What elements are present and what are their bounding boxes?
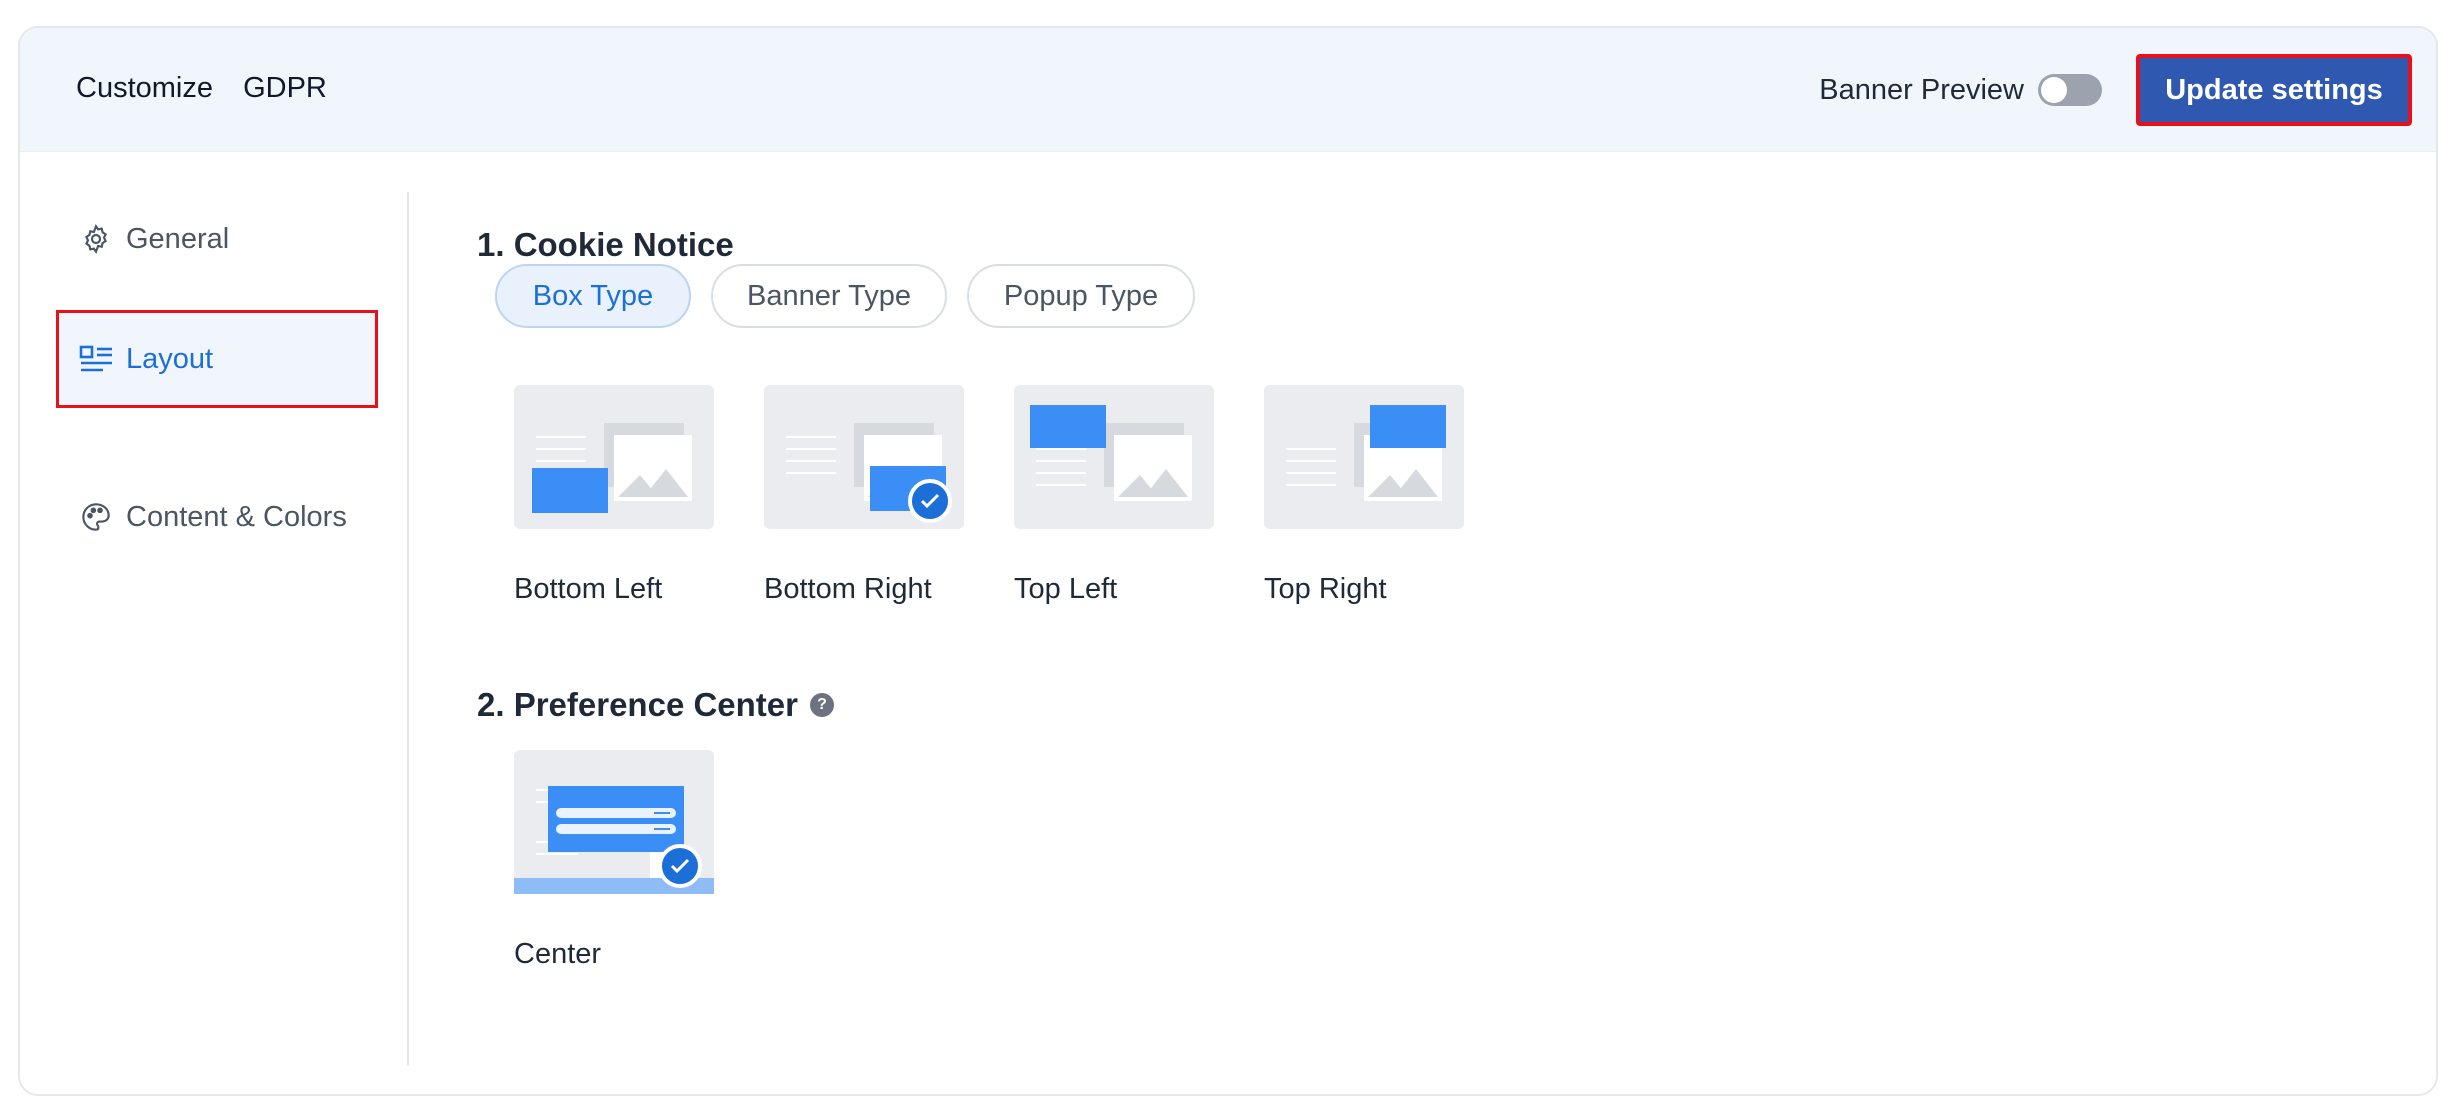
preference-option-center[interactable] xyxy=(514,750,714,894)
preference-center-title: 2. Preference Center xyxy=(477,686,798,723)
header-actions: Banner Preview Update settings xyxy=(1819,54,2412,126)
option-caption: Bottom Left xyxy=(514,573,663,605)
notice-type-tabs: Box Type Banner Type Popup Type xyxy=(495,264,1215,328)
sidebar-divider xyxy=(407,192,409,1066)
sidebar-item-general[interactable]: General xyxy=(56,190,378,288)
tab-box-type[interactable]: Box Type xyxy=(495,264,691,328)
layout-option-top-left[interactable] xyxy=(1014,385,1214,529)
page-header: Customize GDPR Banner Preview Update set… xyxy=(20,28,2436,152)
option-caption: Center xyxy=(514,938,602,970)
tab-popup-type[interactable]: Popup Type xyxy=(967,264,1195,328)
page-title: Customize xyxy=(76,72,213,104)
sidebar-item-layout[interactable]: Layout xyxy=(56,310,378,408)
banner-preview-label: Banner Preview xyxy=(1819,73,2024,106)
preference-center-heading: 2. Preference Center ? xyxy=(477,686,834,724)
option-caption: Top Left xyxy=(1014,573,1118,605)
sidebar-item-label: General xyxy=(126,222,230,255)
layout-icon xyxy=(78,341,114,377)
help-icon[interactable]: ? xyxy=(810,693,834,717)
bottom-left-preview-icon xyxy=(532,423,692,513)
sidebar-item-label: Layout xyxy=(126,342,214,375)
tab-banner-type[interactable]: Banner Type xyxy=(711,264,947,328)
sidebar-item-content-colors[interactable]: Content & Colors xyxy=(56,468,378,566)
palette-icon xyxy=(78,499,114,535)
header-title-group: Customize GDPR xyxy=(76,72,349,105)
banner-preview-toggle[interactable] xyxy=(2038,74,2102,106)
toggle-knob xyxy=(2041,77,2067,103)
gear-icon xyxy=(78,221,114,257)
page-subtitle: GDPR xyxy=(243,72,327,104)
cookie-notice-heading: 1. Cookie Notice xyxy=(477,226,734,263)
update-settings-button[interactable]: Update settings xyxy=(2136,54,2412,126)
top-left-preview-icon xyxy=(1030,405,1192,501)
top-right-preview-icon xyxy=(1286,405,1446,501)
option-caption: Top Right xyxy=(1264,573,1387,605)
sidebar-item-label: Content & Colors xyxy=(126,500,347,533)
settings-card: Customize GDPR Banner Preview Update set… xyxy=(18,26,2438,1096)
layout-option-bottom-left[interactable] xyxy=(514,385,714,529)
selected-check-icon xyxy=(908,479,952,523)
layout-option-bottom-right[interactable] xyxy=(764,385,964,529)
layout-option-top-right[interactable] xyxy=(1264,385,1464,529)
selected-check-icon xyxy=(658,844,702,888)
option-caption: Bottom Right xyxy=(764,573,932,605)
